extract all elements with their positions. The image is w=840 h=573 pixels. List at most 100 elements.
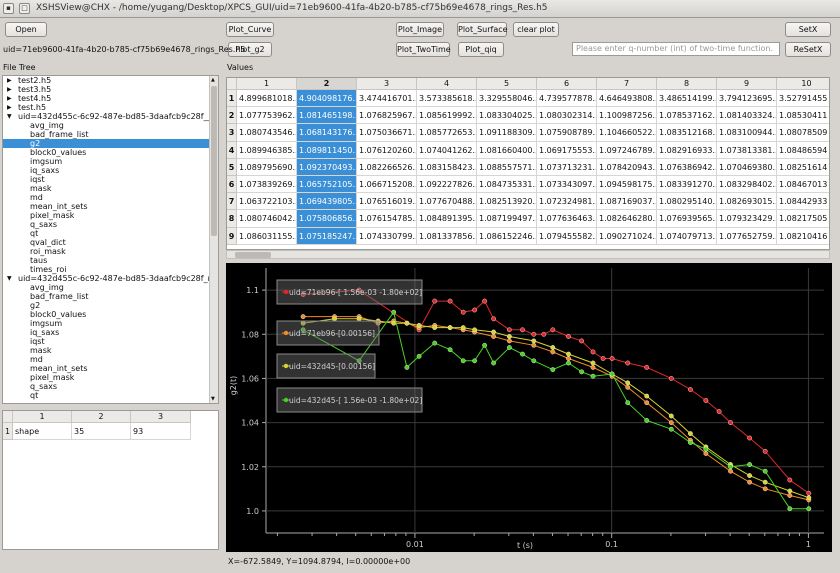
table-cell[interactable]: 1.089946385... xyxy=(237,141,297,159)
tree-item[interactable]: iqst xyxy=(3,175,218,184)
table-cell[interactable]: 1.073713231... xyxy=(537,158,597,176)
table-cell[interactable]: 93 xyxy=(131,423,191,440)
table-cell[interactable]: 1.08486594 xyxy=(777,141,829,159)
table-cell[interactable]: 1.091188309... xyxy=(477,124,537,142)
table-cell[interactable]: 1.083391270... xyxy=(657,176,717,194)
tree-item[interactable]: ▶ test4.h5 xyxy=(3,94,218,103)
tree-item[interactable]: imgsum xyxy=(3,157,218,166)
table-cell[interactable]: 1.076120260... xyxy=(357,141,417,159)
tree-item[interactable]: times_roi xyxy=(3,265,218,274)
table-cell[interactable]: 1.08442933 xyxy=(777,193,829,211)
table-cell[interactable]: 1.074041262... xyxy=(417,141,477,159)
table-cell[interactable]: 3.474416701... xyxy=(357,90,417,108)
table-cell[interactable]: 3.486514199... xyxy=(657,90,717,108)
table-cell[interactable]: 1.097246789... xyxy=(597,141,657,159)
file-tree-scrollbar[interactable]: ▲ ▼ xyxy=(209,76,218,403)
table-cell[interactable]: 1.104660522... xyxy=(597,124,657,142)
table-cell[interactable]: 1.084891395... xyxy=(417,210,477,228)
table-cell[interactable]: 1.085619992... xyxy=(417,107,477,125)
expand-down-icon[interactable]: ▼ xyxy=(7,274,12,283)
table-cell[interactable]: 1.077670488... xyxy=(417,193,477,211)
g2-chart[interactable]: 0.01 0.1 1 1.0 1.02 1.04 1.06 1.08 1.1 t (s) g2(t)… xyxy=(226,263,832,552)
table-cell[interactable]: 1.074330799... xyxy=(357,227,417,245)
table-cell[interactable]: 1.079455582... xyxy=(537,227,597,245)
table-cell[interactable]: 1.081660400... xyxy=(477,141,537,159)
table-cell[interactable]: 1.086031155... xyxy=(237,227,297,245)
table-cell[interactable]: 1.075908789... xyxy=(537,124,597,142)
table-cell[interactable]: 1.08467013 xyxy=(777,176,829,194)
table-cell[interactable]: 1.087199497... xyxy=(477,210,537,228)
attribute-table[interactable]: 1 2 3 1 shape 35 93 xyxy=(2,410,219,550)
table-cell[interactable]: 1.092227826... xyxy=(417,176,477,194)
file-tree[interactable]: ▶ test2.h5 ▶ test3.h5 ▶ test4.h5 ▶ test.h5 ▼ uid=… xyxy=(2,75,219,404)
table-cell[interactable]: 1.075036671... xyxy=(357,124,417,142)
table-cell[interactable]: 1.069175553... xyxy=(537,141,597,159)
table-cell[interactable]: 1.086152246... xyxy=(477,227,537,245)
plot-qiq-button[interactable]: Plot_qiq xyxy=(458,42,504,57)
tree-item[interactable]: iq_saxs xyxy=(3,166,218,175)
table-cell[interactable]: 1.083100944... xyxy=(717,124,777,142)
open-button[interactable]: Open xyxy=(5,22,47,37)
tree-item[interactable]: mean_int_sets xyxy=(3,202,218,211)
table-cell[interactable]: shape xyxy=(13,423,72,440)
scroll-up-icon[interactable]: ▲ xyxy=(211,77,215,83)
table-cell[interactable]: 1.072324981... xyxy=(537,193,597,211)
table-cell[interactable]: 1.076825967... xyxy=(357,107,417,125)
column-header[interactable]: 8 xyxy=(657,78,717,90)
table-cell[interactable]: 1.076516019... xyxy=(357,193,417,211)
table-cell[interactable]: 1.081337856... xyxy=(417,227,477,245)
table-cell[interactable]: 1.068143176... xyxy=(297,124,357,142)
table-cell[interactable]: 1.080302314... xyxy=(537,107,597,125)
table-cell[interactable]: 1.08217505 xyxy=(777,210,829,228)
tree-item[interactable]: q_saxs xyxy=(3,220,218,229)
tree-item[interactable]: ▶ test3.h5 xyxy=(3,85,218,94)
table-cell[interactable]: 1.083304025... xyxy=(477,107,537,125)
table-cell[interactable]: 1.090271024... xyxy=(597,227,657,245)
tree-item[interactable]: mean_int_sets xyxy=(3,364,218,373)
clear-plot-button[interactable]: clear plot xyxy=(513,22,559,37)
tree-item[interactable]: ▶ test.h5 xyxy=(3,103,218,112)
column-header[interactable]: 10 xyxy=(777,78,829,90)
table-cell[interactable]: 1.08210416 xyxy=(777,227,829,245)
tree-item[interactable]: imgsum xyxy=(3,319,218,328)
table-cell[interactable]: 1.092370493... xyxy=(297,158,357,176)
tree-item[interactable]: md xyxy=(3,193,218,202)
table-cell[interactable]: 1.065752105... xyxy=(297,176,357,194)
table-cell[interactable]: 1.070469380... xyxy=(717,158,777,176)
tree-item[interactable]: pixel_mask xyxy=(3,211,218,220)
column-header[interactable]: 1 xyxy=(237,78,297,90)
table-cell[interactable]: 1.073813381... xyxy=(717,141,777,159)
row-header[interactable]: 9 xyxy=(227,227,237,245)
table-cell[interactable]: 1.069439805... xyxy=(297,193,357,211)
file-tree-scroll-thumb[interactable] xyxy=(211,86,217,236)
row-header[interactable]: 6 xyxy=(227,176,237,194)
tree-item[interactable]: iqst xyxy=(3,337,218,346)
table-cell[interactable]: 1.077652759... xyxy=(717,227,777,245)
table-cell[interactable]: 1.075806856... xyxy=(297,210,357,228)
values-hscroll-thumb[interactable] xyxy=(235,252,271,258)
row-header[interactable]: 5 xyxy=(227,158,237,176)
table-cell[interactable]: 1.082916933... xyxy=(657,141,717,159)
table-cell[interactable]: 1.082266526... xyxy=(357,158,417,176)
column-header[interactable]: 2 xyxy=(297,78,357,90)
values-table[interactable]: 1 2 3 4 5 6 7 8 9 10 1 4.899681018... 4.904098176...… xyxy=(226,77,830,250)
column-header[interactable]: 3 xyxy=(131,411,191,423)
table-cell[interactable]: 1.080746042... xyxy=(237,210,297,228)
table-cell[interactable]: 4.646493808... xyxy=(597,90,657,108)
table-cell[interactable]: 1.080295140... xyxy=(657,193,717,211)
table-cell[interactable]: 1.076386942... xyxy=(657,158,717,176)
g2-plot-panel[interactable]: 0.01 0.1 1 1.0 1.02 1.04 1.06 1.08 1.1 t (s) g2(t)… xyxy=(226,263,832,552)
q-number-input[interactable]: Please enter q-number (int) of two-time … xyxy=(572,42,780,56)
table-cell[interactable]: 1.073343097... xyxy=(537,176,597,194)
tree-item[interactable]: mask xyxy=(3,346,218,355)
window-menu-icon[interactable]: ▪ xyxy=(3,3,14,14)
table-cell[interactable]: 1.094598175... xyxy=(597,176,657,194)
tree-item[interactable]: bad_frame_list xyxy=(3,292,218,301)
expand-right-icon[interactable]: ▶ xyxy=(7,103,12,112)
table-cell[interactable]: 3.329558046... xyxy=(477,90,537,108)
table-cell[interactable]: 1.082513920... xyxy=(477,193,537,211)
tree-item[interactable]: block0_values xyxy=(3,310,218,319)
table-cell[interactable]: 1.085772653... xyxy=(417,124,477,142)
tree-item[interactable]: qt xyxy=(3,229,218,238)
table-cell[interactable]: 1.089811450... xyxy=(297,141,357,159)
